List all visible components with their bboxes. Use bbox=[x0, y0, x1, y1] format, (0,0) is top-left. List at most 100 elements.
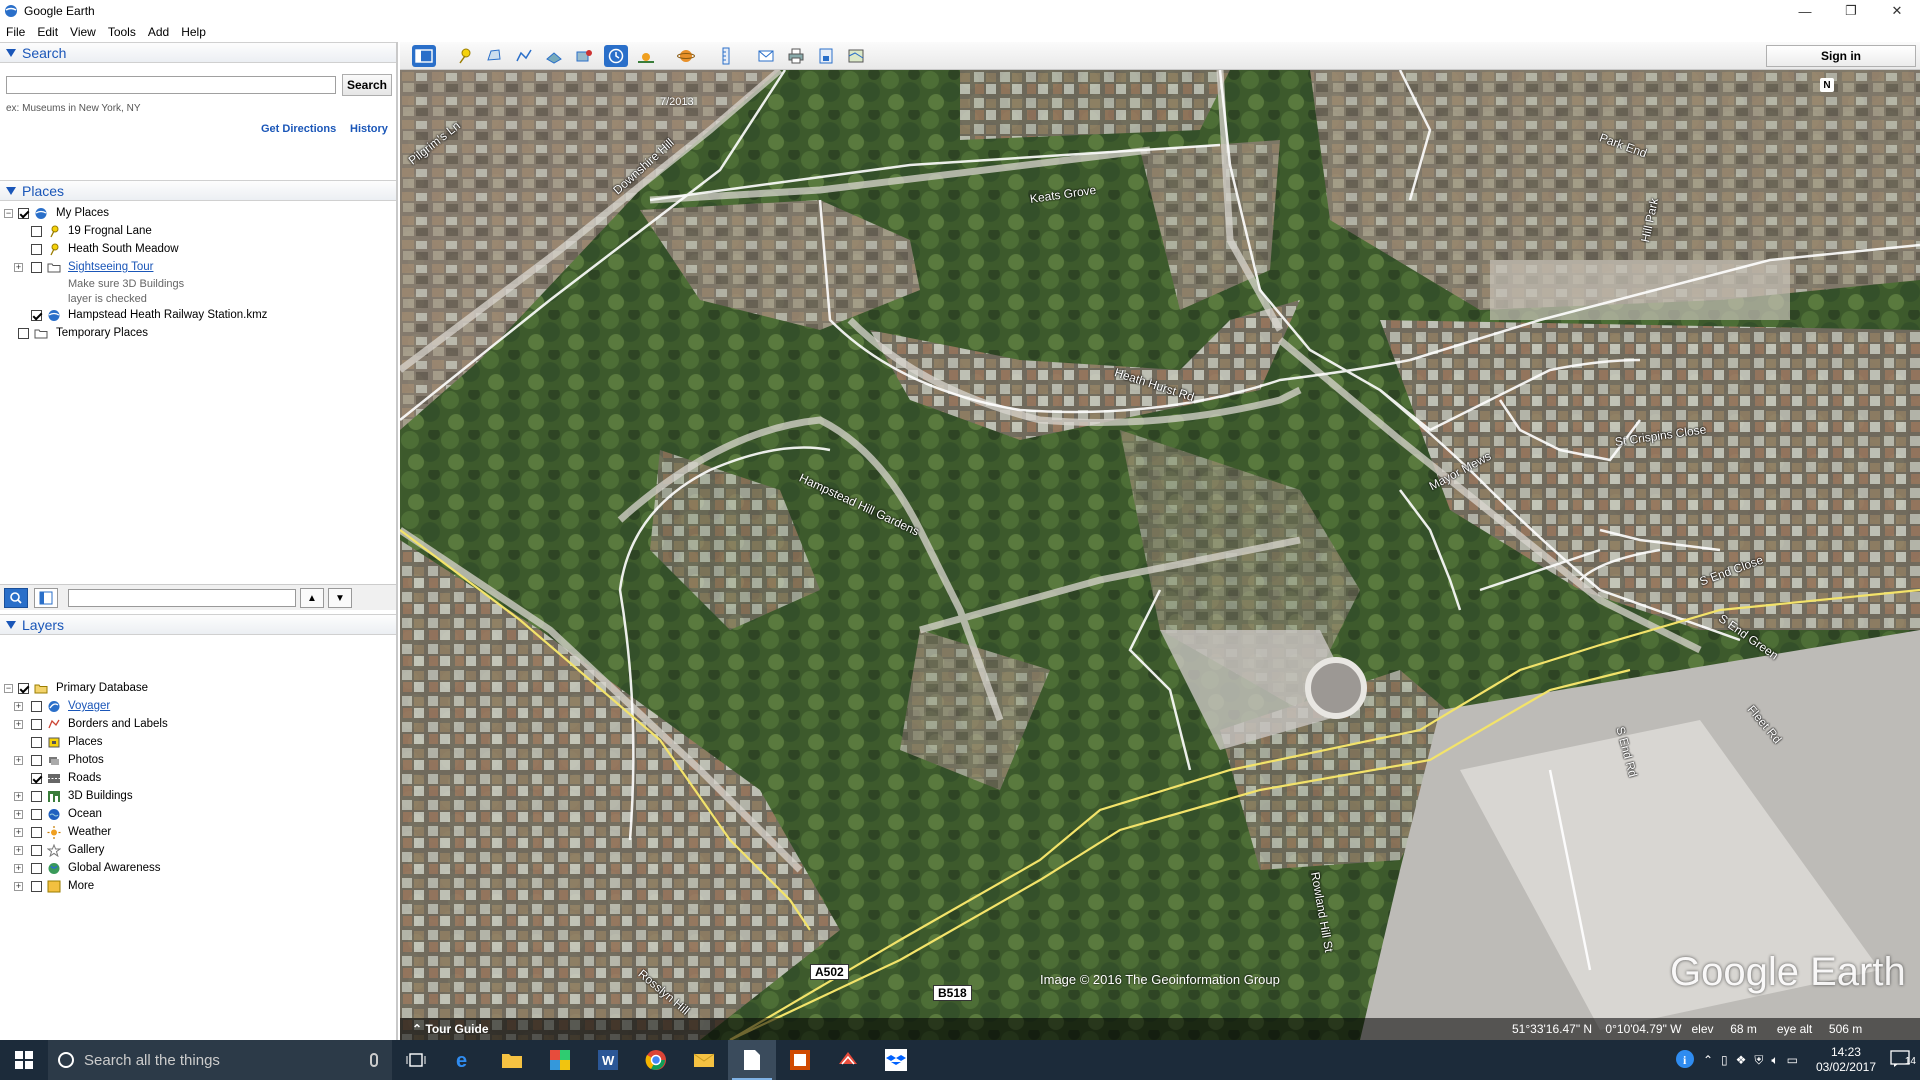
switch-planet-button[interactable] bbox=[674, 45, 698, 67]
checkbox[interactable] bbox=[31, 718, 42, 730]
layer-label[interactable]: Voyager bbox=[68, 700, 110, 712]
minimize-button[interactable]: — bbox=[1782, 0, 1828, 22]
checkbox[interactable] bbox=[31, 844, 42, 856]
microphone-icon[interactable] bbox=[370, 1053, 378, 1067]
expand-toggle[interactable]: + bbox=[14, 791, 23, 801]
layer-roads[interactable]: Roads bbox=[0, 769, 396, 787]
checkbox[interactable] bbox=[31, 754, 42, 766]
view-in-maps-button[interactable] bbox=[844, 45, 868, 67]
expand-toggle[interactable]: + bbox=[14, 863, 23, 873]
taskbar-word[interactable]: W bbox=[584, 1040, 632, 1080]
add-image-overlay-button[interactable] bbox=[542, 45, 566, 67]
search-places-button[interactable] bbox=[4, 588, 28, 608]
checkbox[interactable] bbox=[18, 327, 29, 339]
checkbox[interactable] bbox=[31, 309, 42, 321]
record-tour-button[interactable] bbox=[572, 45, 596, 67]
north-compass-button[interactable]: N bbox=[1820, 78, 1834, 92]
checkbox[interactable] bbox=[31, 225, 42, 237]
layer-places[interactable]: Places bbox=[0, 733, 396, 751]
taskbar-edge[interactable]: e bbox=[440, 1040, 488, 1080]
layer-gallery[interactable]: + Gallery bbox=[0, 841, 396, 859]
battery-icon[interactable]: ▯ bbox=[1721, 1053, 1728, 1067]
checkbox[interactable] bbox=[18, 207, 29, 219]
close-button[interactable]: ✕ bbox=[1874, 0, 1920, 22]
maximize-button[interactable]: ❐ bbox=[1828, 0, 1874, 22]
checkbox[interactable] bbox=[31, 826, 42, 838]
search-panel-header[interactable]: Search bbox=[0, 42, 396, 63]
shield-icon[interactable]: ⛨ bbox=[1754, 1053, 1763, 1068]
get-directions-link[interactable]: Get Directions bbox=[261, 123, 336, 135]
layer-photos[interactable]: + Photos bbox=[0, 751, 396, 769]
checkbox[interactable] bbox=[31, 790, 42, 802]
checkbox[interactable] bbox=[31, 862, 42, 874]
search-button[interactable]: Search bbox=[342, 74, 392, 96]
dropbox-tray-icon[interactable]: ❖ bbox=[1736, 1053, 1747, 1067]
volume-icon[interactable]: 🔈︎ bbox=[1771, 1053, 1778, 1068]
taskbar-file-explorer[interactable] bbox=[488, 1040, 536, 1080]
sunlight-button[interactable] bbox=[634, 45, 658, 67]
tree-item-sightseeing-tour[interactable]: + Sightseeing Tour bbox=[0, 258, 396, 276]
places-panel-header[interactable]: Places bbox=[0, 180, 396, 201]
taskbar-search-box[interactable]: Search all the things bbox=[48, 1040, 392, 1080]
tree-item-hampstead-heath-railway-station[interactable]: Hampstead Heath Railway Station.kmz bbox=[0, 306, 396, 324]
email-button[interactable] bbox=[754, 45, 778, 67]
taskbar-document[interactable] bbox=[728, 1040, 776, 1080]
info-icon[interactable]: i bbox=[1675, 1049, 1695, 1072]
menu-view[interactable]: View bbox=[64, 25, 102, 39]
sidebar-toggle-button[interactable] bbox=[412, 45, 436, 67]
places-filter-input[interactable] bbox=[68, 589, 296, 607]
checkbox[interactable] bbox=[31, 772, 42, 784]
expand-toggle[interactable]: + bbox=[14, 262, 23, 272]
layer-global-awareness[interactable]: + Global Awareness bbox=[0, 859, 396, 877]
taskbar-office-app[interactable] bbox=[776, 1040, 824, 1080]
expand-toggle[interactable]: + bbox=[14, 881, 23, 891]
tour-guide-button[interactable]: ⌃ Tour Guide bbox=[412, 1022, 489, 1036]
tree-item-my-places[interactable]: − My Places bbox=[0, 204, 396, 222]
checkbox[interactable] bbox=[31, 736, 42, 748]
tree-item-heath-south-meadow[interactable]: Heath South Meadow bbox=[0, 240, 396, 258]
checkbox[interactable] bbox=[31, 243, 42, 255]
map-view[interactable]: 7/2013 N Pilgrim's Ln Downshire Hill Kea… bbox=[400, 70, 1920, 1040]
search-input[interactable] bbox=[6, 76, 336, 94]
menu-file[interactable]: File bbox=[0, 25, 31, 39]
checkbox[interactable] bbox=[18, 682, 29, 694]
expand-toggle[interactable]: + bbox=[14, 701, 23, 711]
collapse-toggle[interactable]: − bbox=[4, 208, 13, 218]
expand-toggle[interactable]: + bbox=[14, 845, 23, 855]
toggle-panel-button[interactable] bbox=[34, 588, 58, 608]
action-center-button[interactable]: 14 bbox=[1890, 1049, 1916, 1071]
taskbar-dropbox[interactable] bbox=[872, 1040, 920, 1080]
network-icon[interactable]: ▭ bbox=[1787, 1053, 1798, 1067]
menu-edit[interactable]: Edit bbox=[31, 25, 64, 39]
taskbar-mail[interactable] bbox=[680, 1040, 728, 1080]
ruler-button[interactable] bbox=[714, 45, 738, 67]
layer-borders-and-labels[interactable]: + Borders and Labels bbox=[0, 715, 396, 733]
checkbox[interactable] bbox=[31, 261, 42, 273]
layers-panel-header[interactable]: Layers bbox=[0, 614, 396, 635]
checkbox[interactable] bbox=[31, 700, 42, 712]
layer-ocean[interactable]: + Ocean bbox=[0, 805, 396, 823]
taskbar-app-colorful[interactable] bbox=[536, 1040, 584, 1080]
show-hidden-icons-chevron-icon[interactable]: ⌃ bbox=[1703, 1053, 1713, 1067]
layer-primary-database[interactable]: − Primary Database bbox=[0, 679, 396, 697]
add-placemark-button[interactable] bbox=[452, 45, 476, 67]
expand-toggle[interactable]: + bbox=[14, 719, 23, 729]
tree-item-temporary-places[interactable]: Temporary Places bbox=[0, 324, 396, 342]
menu-help[interactable]: Help bbox=[175, 25, 212, 39]
task-view-button[interactable] bbox=[392, 1040, 440, 1080]
menu-add[interactable]: Add bbox=[142, 25, 175, 39]
taskbar-chrome[interactable] bbox=[632, 1040, 680, 1080]
layer-3d-buildings[interactable]: + 3D Buildings bbox=[0, 787, 396, 805]
layer-voyager[interactable]: + Voyager bbox=[0, 697, 396, 715]
collapse-toggle[interactable]: − bbox=[4, 683, 13, 693]
tree-item-19-frognal-lane[interactable]: 19 Frognal Lane bbox=[0, 222, 396, 240]
move-down-button[interactable]: ▼ bbox=[328, 588, 352, 608]
expand-toggle[interactable]: + bbox=[14, 755, 23, 765]
tree-item-label[interactable]: Sightseeing Tour bbox=[68, 261, 153, 273]
checkbox[interactable] bbox=[31, 880, 42, 892]
add-polygon-button[interactable] bbox=[482, 45, 506, 67]
expand-toggle[interactable]: + bbox=[14, 827, 23, 837]
clock[interactable]: 14:23 03/02/2017 bbox=[1816, 1045, 1876, 1075]
history-link[interactable]: History bbox=[350, 123, 388, 135]
expand-toggle[interactable]: + bbox=[14, 809, 23, 819]
